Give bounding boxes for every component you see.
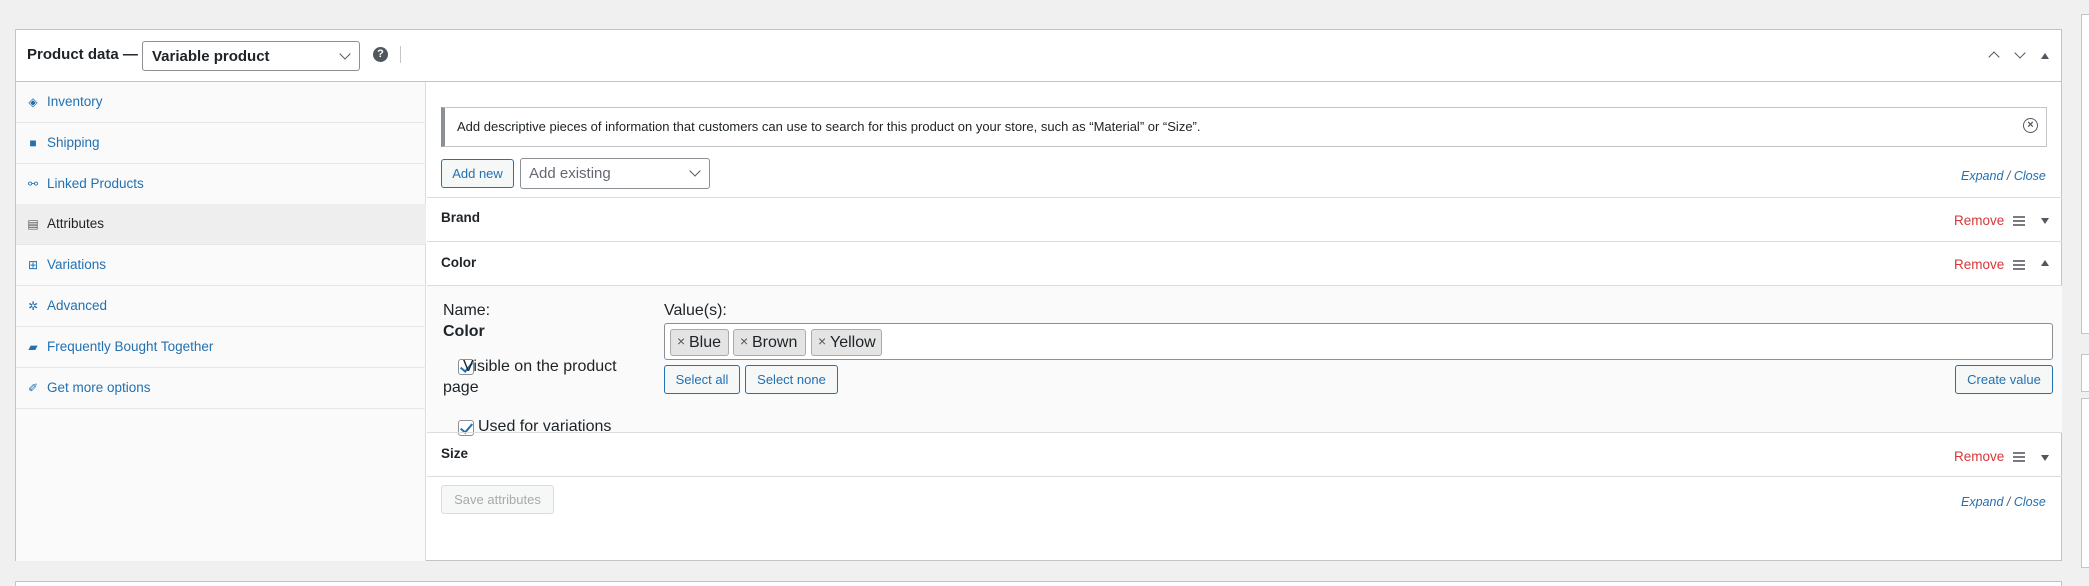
tag-icon: ◈ [28,95,38,109]
tab-get-more-options[interactable]: ✐ Get more options [16,368,426,409]
chevron-down-icon [339,48,351,60]
dismiss-icon[interactable]: × [2023,118,2038,133]
attribute-name: Size [441,446,469,461]
next-panel-edge [15,581,2062,586]
tab-attributes[interactable]: ▤ Attributes [16,204,426,245]
help-icon[interactable]: ? [373,47,388,62]
select-all-button[interactable]: Select all [664,365,740,394]
tab-label: Inventory [47,94,103,109]
move-down-button[interactable] [2011,46,2031,66]
remove-value-icon[interactable]: × [677,333,685,349]
add-existing-placeholder: Add existing [529,165,611,182]
remove-value-icon[interactable]: × [740,333,748,349]
attribute-values-input[interactable]: × Blue × Brown × Yellow [664,323,2053,360]
link-separator: / [2003,495,2014,509]
chevron-down-icon [689,165,701,177]
drag-handle-icon[interactable] [2013,452,2025,462]
close-all-link[interactable]: Close [2014,495,2046,509]
list-icon: ▤ [27,217,39,231]
tab-label: Variations [47,257,107,272]
product-type-select[interactable]: Variable product [142,41,360,71]
link-separator: / [2003,169,2014,183]
attribute-row-brand[interactable]: Brand Remove [427,197,2062,241]
remove-attribute-link[interactable]: Remove [1954,449,2004,464]
color-attribute-details: Name: Color Visible on the product page … [427,285,2062,436]
tab-variations[interactable]: ⊞ Variations [16,245,426,286]
visible-on-product-page-label: Visible on the product page [443,358,617,396]
product-type-value: Variable product [152,48,270,65]
name-value: Color [443,323,485,340]
triangle-up-icon [2041,53,2049,59]
triangle-down-icon[interactable] [2041,455,2049,461]
grid-icon: ⊞ [27,258,39,272]
close-all-link[interactable]: Close [2014,169,2046,183]
product-data-tabs: ◈ Inventory ■ Shipping ⚯ Linked Products… [16,82,426,561]
triangle-up-icon[interactable] [2041,260,2049,266]
chevron-down-icon [2014,47,2026,59]
gear-icon: ✲ [27,299,39,313]
tab-frequently-bought-together[interactable]: ▰ Frequently Bought Together [16,327,426,368]
attributes-panel: Add descriptive pieces of information th… [427,82,2062,561]
side-panel-edge [2081,14,2089,334]
drag-handle-icon[interactable] [2013,260,2025,270]
attributes-notice: Add descriptive pieces of information th… [441,107,2047,147]
chevron-up-icon [1988,51,2000,63]
plugin-icon: ✐ [27,381,39,395]
collapse-panel-button[interactable] [2036,46,2056,66]
side-panel-edge [2081,398,2089,568]
tab-advanced[interactable]: ✲ Advanced [16,286,426,327]
tab-label: Get more options [47,380,151,395]
attribute-row-size[interactable]: Size Remove [427,432,2062,476]
tab-shipping[interactable]: ■ Shipping [16,123,426,164]
attributes-footer: Save attributes Expand / Close [427,476,2062,561]
remove-attribute-link[interactable]: Remove [1954,213,2004,228]
expand-all-link[interactable]: Expand [1961,495,2003,509]
triangle-down-icon[interactable] [2041,218,2049,224]
tab-label: Advanced [47,298,108,313]
chip-label: Yellow [830,334,876,351]
chip-label: Blue [689,334,722,351]
attribute-row-color[interactable]: Color Remove [427,241,2062,285]
tab-label: Shipping [47,135,100,150]
add-new-button[interactable]: Add new [441,159,514,188]
product-data-panel: Product data — Variable product ? ◈ Inve… [15,29,2062,561]
link-icon: ⚯ [27,177,39,191]
name-label: Name: [443,302,491,319]
tab-label: Linked Products [47,176,144,191]
chip-label: Brown [752,334,798,351]
create-value-button[interactable]: Create value [1955,365,2053,394]
attribute-name: Color [441,255,477,270]
tab-label: Attributes [47,216,105,231]
lock-icon: ▰ [28,340,38,354]
tab-inventory[interactable]: ◈ Inventory [16,82,426,123]
expand-close-links: Expand / Close [1961,495,2046,509]
truck-icon: ■ [29,136,37,150]
save-attributes-button[interactable]: Save attributes [441,485,554,514]
remove-value-icon[interactable]: × [818,333,826,349]
tab-linked-products[interactable]: ⚯ Linked Products [16,164,426,205]
value-chip-brown[interactable]: × Brown [733,329,806,356]
header-divider [400,46,401,63]
expand-all-link[interactable]: Expand [1961,169,2003,183]
values-label: Value(s): [664,302,727,319]
side-panel-edge [2081,354,2089,392]
tab-label: Frequently Bought Together [47,339,214,354]
product-data-header: Product data — Variable product ? [16,30,2061,82]
value-chip-blue[interactable]: × Blue [670,329,729,356]
drag-handle-icon[interactable] [2013,216,2025,226]
product-data-title: Product data — [27,46,138,63]
remove-attribute-link[interactable]: Remove [1954,257,2004,272]
value-chip-yellow[interactable]: × Yellow [811,329,882,356]
add-existing-select[interactable]: Add existing [520,158,710,189]
move-up-button[interactable] [1985,46,2005,66]
select-none-button[interactable]: Select none [745,365,838,394]
attribute-name: Brand [441,210,481,225]
expand-close-links: Expand / Close [1961,169,2046,183]
notice-text: Add descriptive pieces of information th… [457,119,1201,134]
